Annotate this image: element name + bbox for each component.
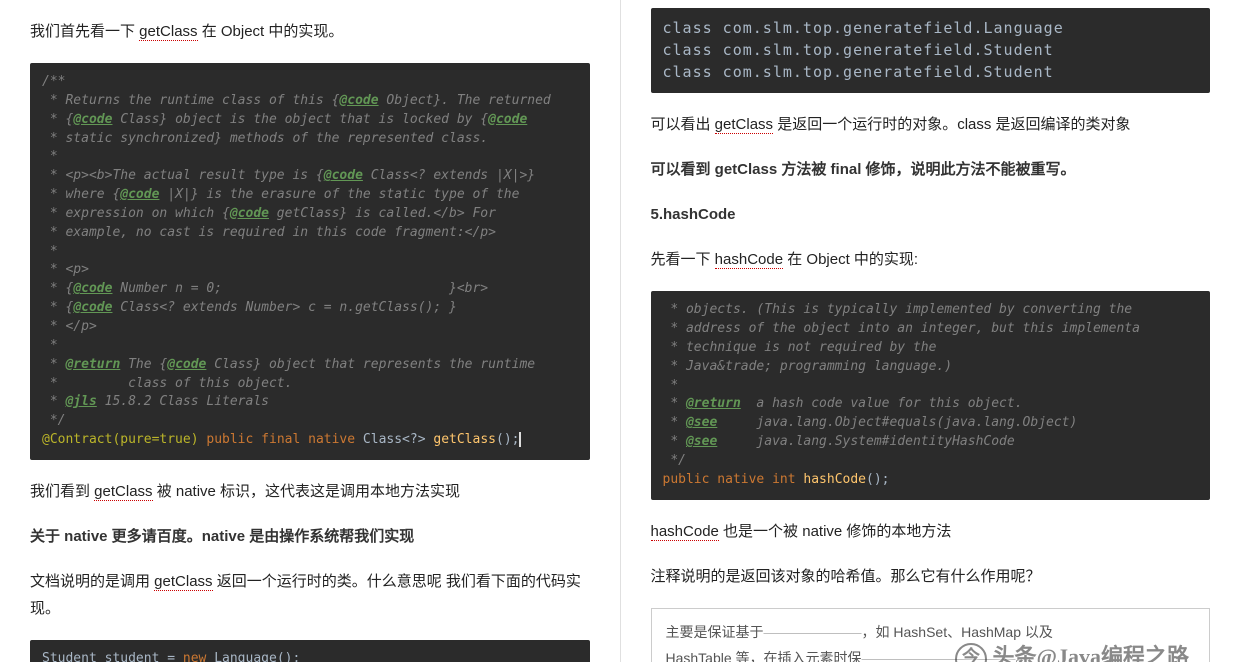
text: 先看一下 xyxy=(651,251,715,268)
getclass-term: getClass xyxy=(715,116,773,134)
watermark: 今 头条@Java编程之路 xyxy=(955,636,1189,662)
output-paragraph: 可以看出 getClass 是返回一个运行时的对象。class 是返回编译的类对… xyxy=(651,111,1211,138)
text: 是返回一个运行时的对象。class 是返回编译的类对象 xyxy=(773,116,1131,133)
left-column: 我们首先看一下 getClass 在 Object 中的实现。 /** * Re… xyxy=(0,0,621,662)
output-code: class com.slm.top.generatefield.Language… xyxy=(651,8,1211,93)
quote-box: 主要是保证基于———————，如 HashSet、HashMap 以及 Hash… xyxy=(651,608,1211,662)
text: HashTable 等，在插入元素时保 xyxy=(666,650,862,662)
hashcode-javadoc-code: * objects. (This is typically implemente… xyxy=(651,291,1211,499)
text: 也是一个被 native 修饰的本地方法 xyxy=(719,523,952,540)
hashcode-desc: 注释说明的是返回该对象的哈希值。那么它有什么作用呢？ xyxy=(651,563,1211,590)
text: 我们首先看一下 xyxy=(30,23,139,40)
text: 主要是保证基于 xyxy=(666,624,764,640)
doc-paragraph: 文档说明的是调用 getClass 返回一个运行时的类。什么意思呢 我们看下面的… xyxy=(30,568,590,622)
hashcode-native-paragraph: hashCode 也是一个被 native 修饰的本地方法 xyxy=(651,518,1211,545)
text: 我们看到 xyxy=(30,483,94,500)
hashcode-term: hashCode xyxy=(715,251,783,269)
hashcode-term: hashCode xyxy=(663,206,736,223)
getclass-term: getClass xyxy=(715,161,778,178)
text: 5. xyxy=(651,206,664,223)
student-example-code: Student student = new Language(); System… xyxy=(30,640,590,662)
text: 文档说明的是调用 xyxy=(30,573,154,590)
getclass-term: getClass xyxy=(154,573,212,591)
getclass-term: getClass xyxy=(94,483,152,501)
hashcode-term: hashCode xyxy=(651,523,719,541)
text: 被 native 标识，这代表这是调用本地方法实现 xyxy=(153,483,461,500)
text: 方法被 final 修饰，说明此方法不能被重写。 xyxy=(777,161,1075,178)
native-paragraph: 我们看到 getClass 被 native 标识，这代表这是调用本地方法实现 xyxy=(30,478,590,505)
text: 在 Object 中的实现。 xyxy=(198,23,344,40)
right-column: class com.slm.top.generatefield.Language… xyxy=(621,0,1240,662)
section-heading: 5.hashCode xyxy=(651,201,1211,228)
text: 可以看到 xyxy=(651,161,715,178)
final-bold: 可以看到 getClass 方法被 final 修饰，说明此方法不能被重写。 xyxy=(651,156,1211,183)
text: 在 Object 中的实现: xyxy=(783,251,918,268)
intro-paragraph: 我们首先看一下 getClass 在 Object 中的实现。 xyxy=(30,18,590,45)
native-bold: 关于 native 更多请百度。native 是由操作系统帮我们实现 xyxy=(30,523,590,550)
watermark-text: 头条@Java编程之路 xyxy=(993,644,1189,662)
getclass-javadoc-code: /** * Returns the runtime class of this … xyxy=(30,63,590,460)
text: 可以看出 xyxy=(651,116,715,133)
watermark-icon: 今 xyxy=(955,643,987,662)
hashcode-intro: 先看一下 hashCode 在 Object 中的实现: xyxy=(651,246,1211,273)
getclass-term: getClass xyxy=(139,23,197,41)
